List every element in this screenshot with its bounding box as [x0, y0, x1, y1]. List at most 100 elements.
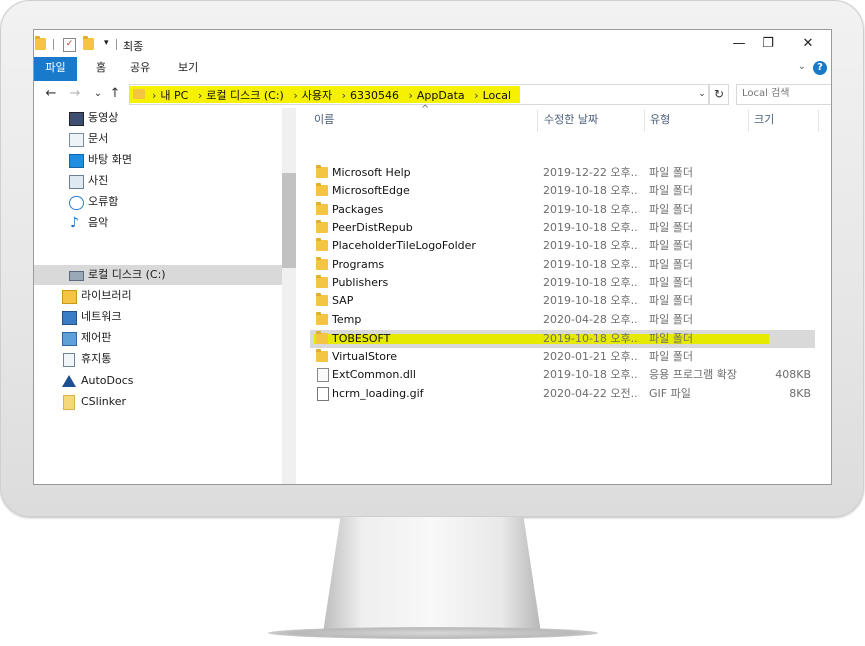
table-row[interactable]: MicrosoftEdge 2019-10-18 오후... 파일 폴더	[310, 182, 815, 200]
table-row[interactable]: PeerDistRepub 2019-10-18 오후... 파일 폴더	[310, 219, 815, 237]
navigation-pane-scrollbar[interactable]	[282, 108, 296, 484]
folder-icon	[316, 257, 328, 270]
nav-item-cslinker[interactable]: CSlinker	[62, 392, 262, 412]
search-input[interactable]	[737, 85, 830, 102]
quick-access-dropdown[interactable]: ▾	[104, 38, 109, 48]
nav-item-label: AutoDocs	[81, 374, 134, 387]
document-icon	[69, 133, 84, 147]
nav-item-documents[interactable]: 문서	[69, 129, 269, 149]
refresh-button[interactable]: ↻	[709, 84, 729, 105]
folder-icon	[316, 349, 328, 362]
address-dropdown-icon[interactable]: ⌄	[695, 85, 709, 104]
nav-item-local-disk[interactable]: 로컬 디스크 (C:)	[34, 265, 282, 285]
cloud-icon	[69, 196, 84, 210]
table-row[interactable]: PlaceholderTileLogoFolder 2019-10-18 오후.…	[310, 237, 815, 255]
forward-button[interactable]: →	[66, 85, 84, 103]
table-row[interactable]: ExtCommon.dll 2019-10-18 오후... 응용 프로그램 확…	[310, 366, 815, 384]
minimize-button[interactable]: —	[724, 34, 754, 54]
column-header-name[interactable]: 이름	[314, 108, 334, 132]
nav-item-videos[interactable]: 동영상	[69, 108, 269, 128]
nav-item-label: 휴지통	[81, 352, 112, 365]
recycle-bin-icon	[63, 353, 75, 367]
column-divider[interactable]	[644, 110, 645, 132]
back-button[interactable]: ←	[42, 85, 60, 103]
file-list: 이름 ^ 수정한 날짜 유형 크기 Microsoft Help 2019-12…	[296, 104, 831, 484]
breadcrumb-item[interactable]: AppData	[417, 89, 465, 102]
breadcrumb-separator: ›	[152, 89, 157, 102]
help-icon[interactable]: ?	[813, 61, 827, 75]
breadcrumb-separator: ›	[408, 89, 413, 102]
folder-icon	[316, 293, 328, 306]
tab-view[interactable]: 보기	[168, 57, 208, 81]
nav-item-pictures[interactable]: 사진	[69, 171, 269, 191]
up-button[interactable]: ↑	[106, 85, 124, 103]
table-row[interactable]: SAP 2019-10-18 오후... 파일 폴더	[310, 292, 815, 310]
file-name: TOBESOFT	[332, 332, 391, 345]
column-header-date[interactable]: 수정한 날짜	[544, 108, 598, 132]
file-date: 2019-10-18 오후...	[543, 332, 639, 345]
nav-item-label: 라이브러리	[81, 289, 132, 302]
sort-ascending-icon: ^	[421, 104, 430, 115]
table-row[interactable]: Programs 2019-10-18 오후... 파일 폴더	[310, 256, 815, 274]
monitor-base	[268, 627, 598, 639]
table-row[interactable]: Microsoft Help 2019-12-22 오후... 파일 폴더	[310, 164, 815, 182]
nav-item-desktop[interactable]: 바탕 화면	[69, 150, 269, 170]
close-button[interactable]: ✕	[793, 34, 823, 54]
autodocs-icon	[62, 375, 76, 387]
table-row[interactable]: hcrm_loading.gif 2020-04-22 오전... GIF 파일…	[310, 385, 815, 403]
search-box[interactable]	[736, 84, 831, 105]
file-name: Programs	[332, 258, 385, 271]
nav-item-network[interactable]: 네트워크	[62, 307, 262, 327]
table-row[interactable]: VirtualStore 2020-01-21 오후... 파일 폴더	[310, 348, 815, 366]
file-date: 2019-12-22 오후...	[543, 166, 639, 179]
breadcrumb-separator: ›	[341, 89, 346, 102]
nav-item-music[interactable]: ♪ 음악	[69, 213, 269, 233]
nav-item-cloud[interactable]: 오류함	[69, 192, 269, 212]
folder-icon	[316, 202, 328, 215]
ribbon-expand-icon[interactable]: ⌄	[798, 61, 806, 72]
column-header-type[interactable]: 유형	[650, 108, 670, 132]
file-type: GIF 파일	[649, 387, 691, 400]
file-type: 파일 폴더	[649, 221, 693, 234]
nav-item-autodocs[interactable]: AutoDocs	[62, 371, 262, 391]
table-row[interactable]: Publishers 2019-10-18 오후... 파일 폴더	[310, 274, 815, 292]
breadcrumb-item[interactable]: Local	[483, 89, 512, 102]
scrollbar-thumb[interactable]	[282, 173, 296, 268]
nav-item-label: 바탕 화면	[88, 153, 132, 166]
maximize-button[interactable]: ❐	[753, 34, 783, 54]
new-folder-icon[interactable]	[83, 36, 94, 50]
nav-item-control-panel[interactable]: 제어판	[62, 328, 262, 348]
file-type: 파일 폴더	[649, 258, 693, 271]
file-name: Packages	[332, 203, 384, 216]
breadcrumb-item[interactable]: 로컬 디스크 (C:)	[206, 89, 284, 102]
recent-locations-button[interactable]: ⌄	[89, 85, 107, 103]
tab-share[interactable]: 공유	[120, 57, 160, 81]
breadcrumb-item[interactable]: 6330546	[350, 89, 399, 102]
folder-icon	[63, 395, 75, 410]
breadcrumb: › 내 PC › 로컬 디스크 (C:) › 사용자 › 6330546 › AppDat…	[150, 87, 515, 103]
video-icon	[69, 112, 84, 126]
nav-item-libraries[interactable]: 라이브러리	[62, 286, 262, 306]
library-icon	[62, 290, 77, 304]
table-row-selected[interactable]: TOBESOFT 2019-10-18 오후... 파일 폴더	[310, 330, 815, 348]
column-divider[interactable]	[748, 110, 749, 132]
tab-home[interactable]: 홈	[86, 57, 116, 81]
column-divider[interactable]	[537, 110, 538, 132]
nav-item-recycle-bin[interactable]: 휴지통	[62, 349, 262, 369]
column-divider[interactable]	[818, 110, 819, 132]
nav-item-label: 사진	[88, 174, 109, 187]
navigation-pane: 동영상 문서 바탕 화면 사진 오류함 ♪ 음악 로컬 디스크 (C:) 라이브	[34, 108, 296, 484]
table-row[interactable]: Packages 2019-10-18 오후... 파일 폴더	[310, 201, 815, 219]
file-date: 2019-10-18 오후...	[543, 184, 639, 197]
nav-item-label: 로컬 디스크 (C:)	[88, 268, 166, 281]
address-bar[interactable]: › 내 PC › 로컬 디스크 (C:) › 사용자 › 6330546 › AppDat…	[129, 84, 709, 105]
nav-item-label: 문서	[88, 132, 109, 145]
breadcrumb-item[interactable]: 내 PC	[160, 89, 188, 102]
file-name: hcrm_loading.gif	[332, 387, 424, 400]
file-size: 408KB	[775, 368, 811, 381]
tab-file[interactable]: 파일	[34, 57, 77, 81]
breadcrumb-item[interactable]: 사용자	[302, 89, 332, 102]
column-header-size[interactable]: 크기	[754, 108, 774, 132]
table-row[interactable]: Temp 2020-04-28 오후... 파일 폴더	[310, 311, 815, 329]
properties-icon[interactable]: ✓	[63, 38, 76, 52]
